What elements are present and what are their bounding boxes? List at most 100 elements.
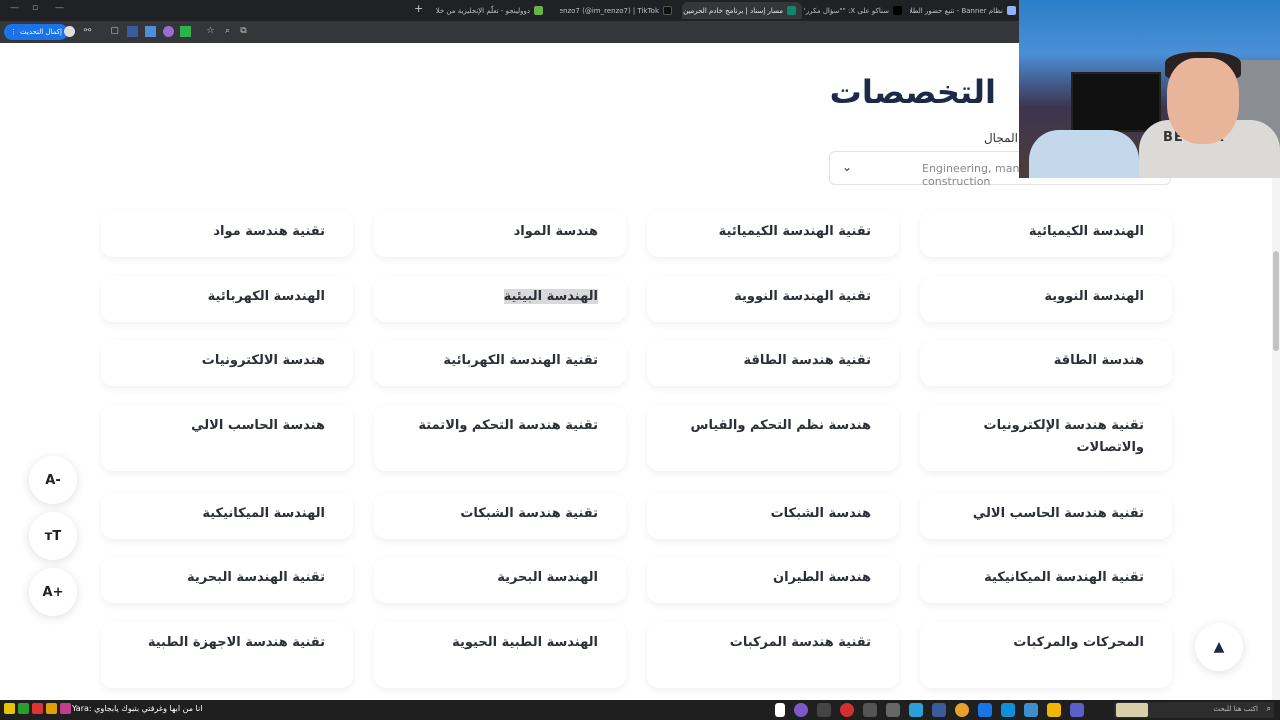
major-card[interactable]: المحركات والمركبات xyxy=(920,622,1172,688)
browser-tab[interactable]: renzo7 (@im_renzo7) | TikTok ✕ xyxy=(560,2,678,19)
browser-tab[interactable]: دوولينجو - تعلّم الإنجليزية من خلا ✕ xyxy=(434,2,549,19)
app-icon[interactable] xyxy=(817,703,831,717)
major-card[interactable]: تقنية الهندسة الكهربائية xyxy=(374,340,626,386)
app-icon[interactable] xyxy=(932,703,946,717)
major-card[interactable]: هندسة نظم التحكم والقياس xyxy=(647,405,899,471)
app-icon[interactable] xyxy=(4,703,15,714)
major-card[interactable]: الهندسة الكهربائية xyxy=(101,276,353,322)
settings-icon[interactable] xyxy=(886,703,900,717)
windows-start-icon[interactable] xyxy=(775,703,785,717)
blanket xyxy=(1029,130,1139,178)
major-card[interactable]: الهندسة البيئية xyxy=(374,276,626,322)
major-card[interactable]: هندسة الطاقة xyxy=(920,340,1172,386)
major-card[interactable]: تقنية هندسة مواد xyxy=(101,211,353,257)
major-card[interactable]: الهندسة الميكانيكية xyxy=(101,493,353,539)
major-name: تقنية هندسة المركبات xyxy=(729,635,871,650)
chevron-down-icon: ⌄ xyxy=(842,160,853,174)
major-name: هندسة المواد xyxy=(513,224,598,239)
major-card[interactable]: الهندسة الطبية الحيوية xyxy=(374,622,626,688)
app-icon[interactable] xyxy=(32,703,43,714)
extension-icon[interactable] xyxy=(163,26,174,37)
major-card[interactable]: تقنية الهندسة الكيميائية xyxy=(647,211,899,257)
app-icon[interactable] xyxy=(1024,703,1038,717)
tab-title: renzo7 (@im_renzo7) | TikTok xyxy=(560,6,659,15)
major-name: تقنية هندسة الطاقة xyxy=(743,353,871,368)
major-name: الهندسة البيئية xyxy=(503,289,598,304)
app-icon[interactable] xyxy=(18,703,29,714)
back-to-top-button[interactable]: ▲ xyxy=(1195,623,1243,671)
app-icon[interactable] xyxy=(978,703,992,717)
major-name: تقنية الهندسة البحرية xyxy=(186,570,325,585)
close-window-icon[interactable]: — xyxy=(55,3,64,13)
major-card[interactable]: هندسة الحاسب الالي xyxy=(101,405,353,471)
minimize-icon[interactable]: — xyxy=(10,3,19,13)
esnad-icon xyxy=(787,6,796,15)
tab-title: سناكو على X: ""سؤال مكرر" ماذا xyxy=(804,6,889,15)
x-icon xyxy=(893,6,902,15)
major-card[interactable]: الهندسة البحرية xyxy=(374,557,626,603)
major-card[interactable]: تقنية الهندسة النووية xyxy=(647,276,899,322)
new-tab-button[interactable]: + xyxy=(414,2,423,15)
background-monitor xyxy=(1071,72,1161,132)
app-icon[interactable] xyxy=(840,703,854,717)
os-taskbar: انا من ابها وغرفتي بتبوك يابجاوي :Yara ا… xyxy=(0,700,1280,720)
major-name: تقنية هندسة الحاسب الالي xyxy=(972,506,1144,521)
app-icon[interactable] xyxy=(60,703,71,714)
profile-icon[interactable] xyxy=(64,26,75,37)
major-name: الهندسة الكهربائية xyxy=(207,289,325,304)
chrome-icon[interactable] xyxy=(955,703,969,717)
banner-icon xyxy=(1007,6,1016,15)
major-card[interactable]: هندسة الالكترونيات xyxy=(101,340,353,386)
font-increase-button[interactable]: A+ xyxy=(29,568,77,616)
browser-tab[interactable]: نظام Banner - تتبع حضور الطلاب ✕ xyxy=(910,2,1022,19)
field-label: المجال xyxy=(983,131,1018,145)
webcam-overlay: BETTER xyxy=(1019,0,1280,178)
browser-tab[interactable]: سناكو على X: ""سؤال مكرر" ماذا ✕ xyxy=(804,2,908,19)
page-title: التخصصات xyxy=(829,73,996,111)
search-icon: ⌕ xyxy=(1266,704,1271,713)
taskbar-left-icons xyxy=(4,703,71,714)
update-button[interactable]: ⋮ إكمال التحديث xyxy=(4,24,68,40)
telegram-icon[interactable] xyxy=(909,703,923,717)
app-icon[interactable] xyxy=(794,703,808,717)
major-card[interactable]: هندسة الشبكات xyxy=(647,493,899,539)
app-icon[interactable] xyxy=(863,703,877,717)
zoom-icon[interactable]: ⌕ xyxy=(222,26,233,37)
major-card[interactable]: هندسة الطيران xyxy=(647,557,899,603)
major-card[interactable]: تقنية هندسة الشبكات xyxy=(374,493,626,539)
share-icon[interactable]: ⧉ xyxy=(238,26,249,37)
extensions-puzzle-icon[interactable]: ▢ xyxy=(109,26,120,37)
major-card[interactable]: هندسة المواد xyxy=(374,211,626,257)
major-card[interactable]: تقنية هندسة المركبات xyxy=(647,622,899,688)
search-highlight-image xyxy=(1116,703,1148,717)
extension-icon[interactable]: ⚯ xyxy=(82,26,93,37)
major-card[interactable]: تقنية الهندسة البحرية xyxy=(101,557,353,603)
major-name: الهندسة الكيميائية xyxy=(1028,224,1144,239)
major-card[interactable]: تقنية هندسة الإلكترونيات والاتصالات xyxy=(920,405,1172,471)
major-name: هندسة نظم التحكم والقياس xyxy=(690,418,871,433)
bookmark-star-icon[interactable]: ☆ xyxy=(205,26,216,37)
font-decrease-button[interactable]: A- xyxy=(29,456,77,504)
major-card[interactable]: الهندسة الكيميائية xyxy=(920,211,1172,257)
scrollbar-thumb[interactable] xyxy=(1273,251,1279,351)
major-card[interactable]: تقنية هندسة الطاقة xyxy=(647,340,899,386)
major-card[interactable]: تقنية الهندسة الميكانيكية xyxy=(920,557,1172,603)
file-explorer-icon[interactable] xyxy=(1047,703,1061,717)
restore-icon[interactable]: ▫ xyxy=(32,3,38,13)
taskbar-search[interactable]: اكتب هنا للبحث ⌕ xyxy=(1114,702,1274,718)
major-card[interactable]: تقنية هندسة الحاسب الالي xyxy=(920,493,1172,539)
browser-tab-active[interactable]: مسار إسناد | برنامج خادم الحرمين ✕ xyxy=(682,2,802,19)
font-reset-button[interactable]: ᴛT xyxy=(29,512,77,560)
extension-icon[interactable] xyxy=(127,26,138,37)
major-card[interactable]: تقنية هندسة الاجهزة الطبية xyxy=(101,622,353,688)
major-card[interactable]: تقنية هندسة التحكم والاتمتة xyxy=(374,405,626,471)
extension-icon[interactable] xyxy=(180,26,191,37)
major-name: هندسة الطيران xyxy=(773,570,871,585)
major-card[interactable]: الهندسة النووية xyxy=(920,276,1172,322)
edge-icon[interactable] xyxy=(1001,703,1015,717)
app-icon[interactable] xyxy=(1070,703,1084,717)
extension-icon[interactable] xyxy=(145,26,156,37)
major-name: الهندسة الطبية الحيوية xyxy=(452,635,598,650)
app-icon[interactable] xyxy=(46,703,57,714)
major-name: تقنية هندسة الاجهزة الطبية xyxy=(147,635,325,650)
